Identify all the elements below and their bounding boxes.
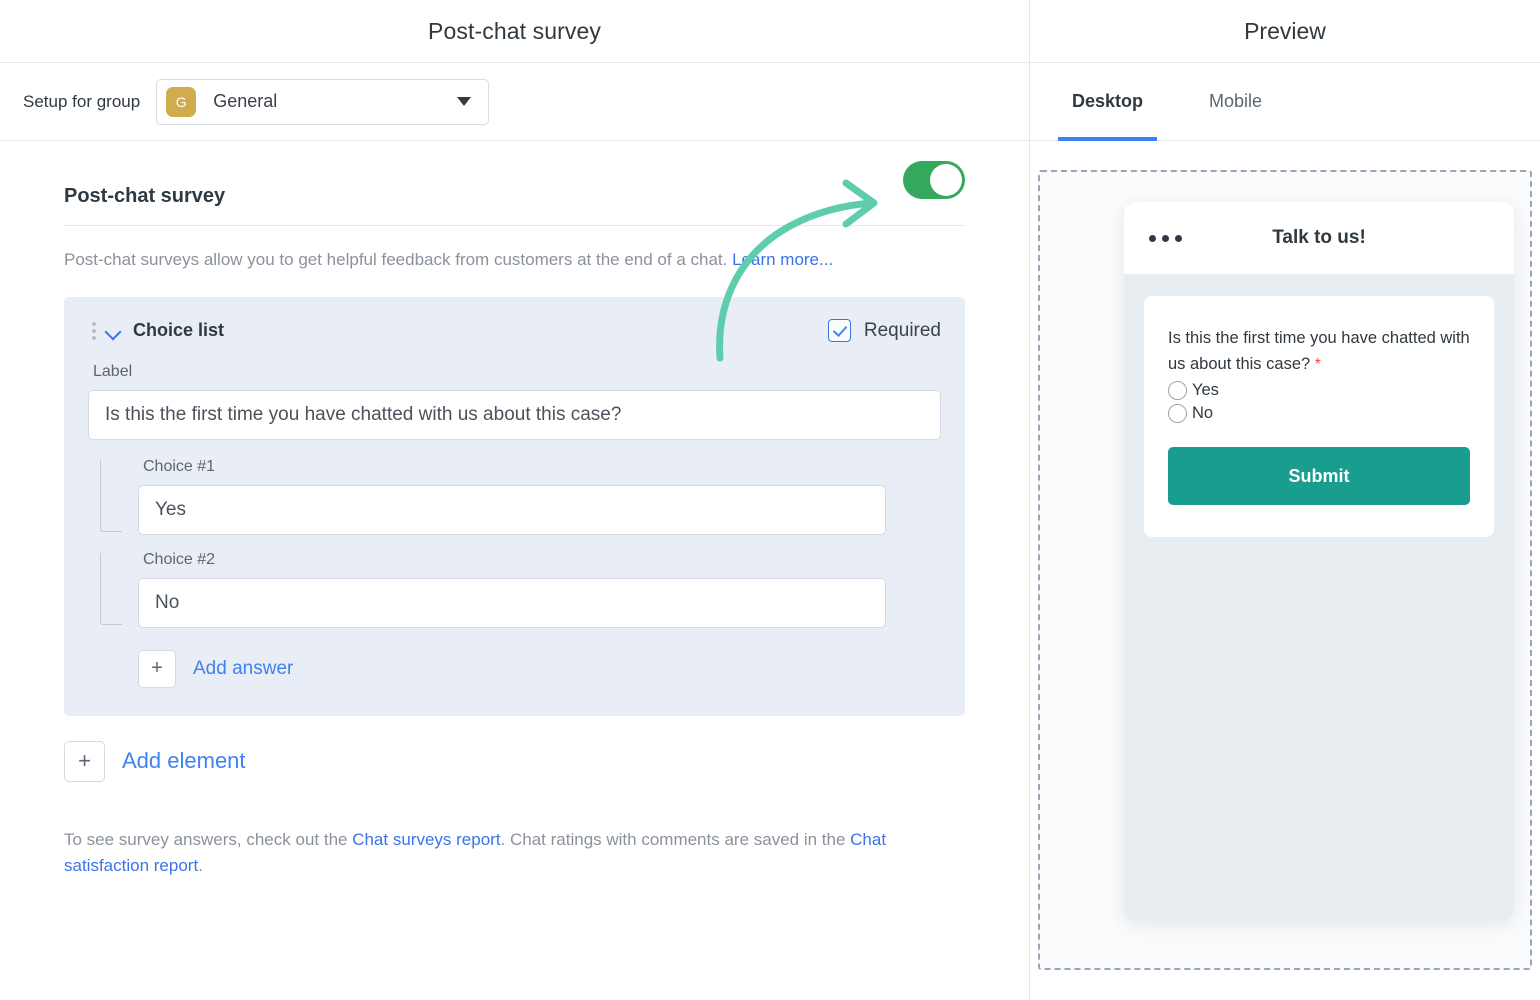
- required-checkbox-group[interactable]: Required: [827, 319, 941, 343]
- add-element-button[interactable]: + Add element: [64, 740, 965, 782]
- app-root: Post-chat survey Setup for group G Gener…: [0, 0, 1540, 1000]
- section-description-text: Post-chat surveys allow you to get helpf…: [64, 250, 733, 269]
- toggle-knob: [930, 164, 962, 196]
- choice-input[interactable]: [138, 484, 886, 535]
- choice-input[interactable]: [138, 577, 886, 628]
- choice-caption: Choice #1: [143, 457, 216, 475]
- preview-title: Preview: [1244, 17, 1326, 44]
- chevron-down-icon: [457, 97, 472, 106]
- radio-icon[interactable]: [1168, 381, 1187, 401]
- submit-button[interactable]: Submit: [1168, 447, 1470, 506]
- plus-icon[interactable]: +: [64, 740, 105, 782]
- choice-list-card: Choice list Required Label Choice #1: [64, 296, 965, 716]
- tab-desktop[interactable]: Desktop: [1058, 63, 1158, 141]
- survey-footnote: To see survey answers, check out the Cha…: [64, 827, 944, 880]
- radio-option-no[interactable]: No: [1168, 404, 1470, 424]
- radio-label: Yes: [1192, 381, 1219, 400]
- plus-icon[interactable]: +: [138, 649, 176, 688]
- question-label-input[interactable]: [88, 389, 941, 440]
- tab-desktop-label: Desktop: [1072, 91, 1144, 111]
- preview-pane: Preview Desktop Mobile Talk to us! Is th…: [1030, 0, 1540, 1000]
- choices-list: Choice #1 Choice #2: [88, 458, 941, 628]
- post-chat-survey-toggle[interactable]: [903, 161, 965, 199]
- choice-list-card-header: Choice list Required: [88, 317, 941, 345]
- radio-label: No: [1192, 404, 1214, 423]
- survey-editor-pane: Post-chat survey Setup for group G Gener…: [0, 0, 1030, 1000]
- drag-handle-icon[interactable]: [88, 321, 96, 340]
- choice-list-title: Choice list: [133, 320, 225, 341]
- choice-row: Choice #1: [100, 457, 941, 535]
- footnote-part3: .: [198, 855, 203, 875]
- group-select[interactable]: G General: [156, 78, 490, 125]
- page-title: Post-chat survey: [428, 17, 601, 44]
- preview-titlebar: Preview: [1030, 0, 1540, 63]
- learn-more-link[interactable]: Learn more...: [732, 250, 833, 269]
- survey-section-header: Post-chat survey: [64, 161, 965, 226]
- group-setup-label: Setup for group: [23, 91, 141, 111]
- preview-tabs: Desktop Mobile: [1030, 63, 1540, 141]
- editor-titlebar: Post-chat survey: [0, 0, 1029, 63]
- footnote-part1: To see survey answers, check out the: [64, 829, 353, 849]
- survey-form-card: Is this the first time you have chatted …: [1144, 296, 1494, 538]
- section-title: Post-chat survey: [64, 185, 226, 207]
- label-field-caption: Label: [93, 362, 133, 380]
- footnote-part2: . Chat ratings with comments are saved i…: [500, 829, 851, 849]
- chat-widget-preview: Talk to us! Is this the first time you h…: [1124, 202, 1514, 920]
- add-element-label: Add element: [122, 748, 246, 774]
- preview-canvas: Talk to us! Is this the first time you h…: [1038, 170, 1532, 970]
- tree-branch-connector: [100, 459, 122, 532]
- chat-widget-header: Talk to us!: [1124, 202, 1514, 274]
- group-select-value: General: [213, 91, 278, 111]
- group-avatar: G: [166, 86, 197, 117]
- add-answer-button[interactable]: + Add answer: [88, 649, 941, 688]
- group-setup-bar: Setup for group G General: [0, 63, 1029, 141]
- choice-caption: Choice #2: [143, 550, 216, 568]
- section-description: Post-chat surveys allow you to get helpf…: [64, 248, 965, 273]
- add-answer-label: Add answer: [193, 657, 294, 679]
- chevron-down-icon[interactable]: [106, 326, 121, 335]
- survey-question: Is this the first time you have chatted …: [1168, 326, 1470, 377]
- radio-icon[interactable]: [1168, 404, 1187, 424]
- required-asterisk: *: [1314, 355, 1322, 373]
- editor-content: Post-chat survey Post-chat surveys allow…: [0, 141, 1029, 879]
- chat-surveys-report-link[interactable]: Chat surveys report: [352, 830, 500, 849]
- tab-mobile[interactable]: Mobile: [1195, 63, 1276, 141]
- chat-widget-title: Talk to us!: [1272, 227, 1366, 248]
- tree-branch-connector: [100, 552, 122, 625]
- choice-row: Choice #2: [100, 550, 941, 628]
- ellipsis-icon[interactable]: [1149, 234, 1182, 242]
- required-checkbox[interactable]: [827, 319, 851, 343]
- choice-list-header-left: Choice list: [88, 320, 224, 341]
- radio-option-yes[interactable]: Yes: [1168, 381, 1470, 401]
- required-label: Required: [863, 319, 941, 341]
- tab-mobile-label: Mobile: [1209, 91, 1263, 111]
